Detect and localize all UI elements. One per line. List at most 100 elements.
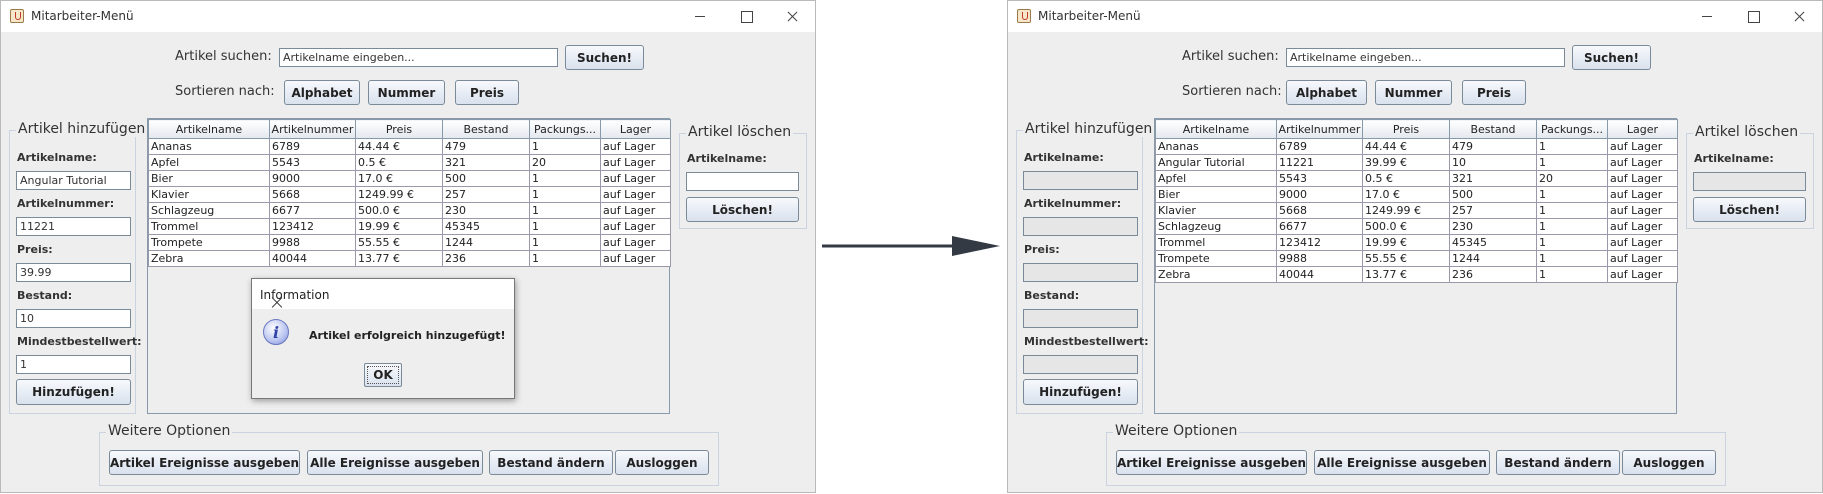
delete-button[interactable]: Löschen! — [686, 197, 799, 222]
sort-alphabet-button[interactable]: Alphabet — [284, 80, 360, 105]
all-events-button[interactable]: Alle Ereignisse ausgeben — [307, 450, 483, 475]
delete-name-input[interactable] — [1693, 172, 1806, 191]
table-row[interactable]: Klavier 5668 1249.99 €257 1 auf Lager — [1155, 202, 1678, 219]
table-cell: Ananas — [148, 138, 270, 155]
maximize-icon[interactable] — [723, 1, 769, 32]
add-number-input[interactable]: 11221 — [16, 217, 131, 236]
column-header[interactable]: Packungs... — [1536, 119, 1608, 139]
table-row[interactable]: Zebra 40044 13.77 €236 1 auf Lager — [148, 250, 671, 267]
java-app-icon — [1017, 9, 1031, 23]
sort-price-button[interactable]: Preis — [1462, 80, 1526, 105]
column-header[interactable]: Artikelnummer — [1276, 119, 1363, 139]
sort-price-button[interactable]: Preis — [455, 80, 519, 105]
logout-button[interactable]: Ausloggen — [1622, 450, 1716, 475]
search-button[interactable]: Suchen! — [1572, 45, 1651, 70]
add-price-input[interactable] — [1023, 263, 1138, 282]
search-label: Artikel suchen: — [175, 49, 272, 64]
logout-button[interactable]: Ausloggen — [615, 450, 709, 475]
table-cell: 19.99 € — [1362, 234, 1450, 251]
close-icon[interactable] — [769, 1, 815, 32]
column-header[interactable]: Lager — [600, 119, 671, 139]
table-row[interactable]: Angular Tutorial 11221 39.99 €10 1 auf Lager — [1155, 154, 1678, 171]
column-header[interactable]: Bestand — [1449, 119, 1537, 139]
label-price: Preis: — [1024, 243, 1060, 256]
label-number: Artikelnummer: — [1024, 197, 1122, 210]
add-min-order-input[interactable] — [1023, 355, 1138, 374]
change-stock-button[interactable]: Bestand ändern — [489, 450, 613, 475]
sort-alphabet-button[interactable]: Alphabet — [1286, 80, 1367, 105]
delete-button[interactable]: Löschen! — [1693, 197, 1806, 222]
table-row[interactable]: Ananas 6789 44.44 €479 1 auf Lager — [1155, 138, 1678, 155]
column-header[interactable]: Artikelname — [1155, 119, 1277, 139]
search-input[interactable]: Artikelname eingeben... — [1286, 48, 1565, 67]
table-row[interactable]: Klavier 5668 1249.99 €257 1 auf Lager — [148, 186, 671, 203]
table-cell: 5543 — [269, 154, 356, 171]
minimize-icon[interactable] — [1684, 1, 1730, 32]
more-options-panel: Weitere Optionen Artikel Ereignisse ausg… — [1106, 423, 1726, 486]
table-cell: 500.0 € — [355, 202, 443, 219]
table-cell: auf Lager — [600, 234, 671, 251]
table-row[interactable]: Bier 9000 17.0 €500 1 auf Lager — [1155, 186, 1678, 203]
title-bar[interactable]: Mitarbeiter-Menü — [1008, 1, 1822, 32]
add-button[interactable]: Hinzufügen! — [16, 379, 131, 405]
search-input[interactable]: Artikelname eingeben... — [279, 48, 558, 67]
column-header[interactable]: Lager — [1607, 119, 1678, 139]
table-cell: Trommel — [148, 218, 270, 235]
minimize-icon[interactable] — [677, 1, 723, 32]
table-cell: 6677 — [269, 202, 356, 219]
column-header[interactable]: Packungs... — [529, 119, 601, 139]
table-cell: 39.99 € — [1362, 154, 1450, 171]
column-header[interactable]: Artikelnummer — [269, 119, 356, 139]
table-row[interactable]: Trommel 123412 19.99 €45345 1 auf Lager — [148, 218, 671, 235]
search-button[interactable]: Suchen! — [565, 45, 644, 70]
maximize-icon[interactable] — [1730, 1, 1776, 32]
add-stock-input[interactable]: 10 — [16, 309, 131, 328]
options-title: Weitere Optionen — [106, 423, 233, 439]
add-min-order-input[interactable]: 1 — [16, 355, 131, 374]
article-table[interactable]: Artikelname Artikelnummer Preis Bestand Pack… — [1154, 118, 1678, 414]
table-row[interactable]: Zebra 40044 13.77 €236 1 auf Lager — [1155, 266, 1678, 283]
table-cell: 1 — [1536, 218, 1608, 235]
table-row[interactable]: Trommel 123412 19.99 €45345 1 auf Lager — [1155, 234, 1678, 251]
table-row[interactable]: Trompete 9988 55.55 €1244 1 auf Lager — [1155, 250, 1678, 267]
table-cell: Angular Tutorial — [1155, 154, 1277, 171]
table-row[interactable]: Ananas 6789 44.44 €479 1 auf Lager — [148, 138, 671, 155]
add-button[interactable]: Hinzufügen! — [1023, 379, 1138, 405]
add-name-input[interactable] — [1023, 171, 1138, 190]
column-header[interactable]: Preis — [1362, 119, 1450, 139]
table-row[interactable]: Trompete 9988 55.55 €1244 1 auf Lager — [148, 234, 671, 251]
table-cell: auf Lager — [1607, 266, 1678, 283]
title-bar[interactable]: Mitarbeiter-Menü — [1, 1, 815, 32]
table-header: Artikelname Artikelnummer Preis Bestand Pack… — [148, 119, 671, 139]
column-header[interactable]: Preis — [355, 119, 443, 139]
article-events-button[interactable]: Artikel Ereignisse ausgeben — [109, 450, 300, 475]
add-name-input[interactable]: Angular Tutorial — [16, 171, 131, 190]
table-cell: 6677 — [1276, 218, 1363, 235]
dialog-title-bar[interactable]: Information — [252, 279, 514, 309]
article-events-button[interactable]: Artikel Ereignisse ausgeben — [1116, 450, 1307, 475]
sort-number-button[interactable]: Nummer — [1375, 80, 1452, 105]
table-row[interactable]: Apfel 5543 0.5 €321 20 auf Lager — [148, 154, 671, 171]
window-title: Mitarbeiter-Menü — [1038, 9, 1141, 23]
dialog-ok-button[interactable]: OK — [364, 363, 402, 387]
add-stock-input[interactable] — [1023, 309, 1138, 328]
table-cell: 123412 — [1276, 234, 1363, 251]
column-header[interactable]: Bestand — [442, 119, 530, 139]
close-icon[interactable] — [1776, 1, 1822, 32]
column-header[interactable]: Artikelname — [148, 119, 270, 139]
table-cell: 55.55 € — [1362, 250, 1450, 267]
table-row[interactable]: Apfel 5543 0.5 €321 20 auf Lager — [1155, 170, 1678, 187]
table-row[interactable]: Bier 9000 17.0 €500 1 auf Lager — [148, 170, 671, 187]
label-price: Preis: — [17, 243, 53, 256]
change-stock-button[interactable]: Bestand ändern — [1496, 450, 1620, 475]
table-cell: 257 — [1449, 202, 1537, 219]
sort-number-button[interactable]: Nummer — [368, 80, 445, 105]
delete-name-input[interactable] — [686, 172, 799, 191]
all-events-button[interactable]: Alle Ereignisse ausgeben — [1314, 450, 1490, 475]
add-number-input[interactable] — [1023, 217, 1138, 236]
add-price-input[interactable]: 39.99 — [16, 263, 131, 282]
table-row[interactable]: Schlagzeug 6677 500.0 €230 1 auf Lager — [1155, 218, 1678, 235]
table-cell: Ananas — [1155, 138, 1277, 155]
dialog-close-icon[interactable] — [260, 288, 294, 318]
table-row[interactable]: Schlagzeug 6677 500.0 €230 1 auf Lager — [148, 202, 671, 219]
